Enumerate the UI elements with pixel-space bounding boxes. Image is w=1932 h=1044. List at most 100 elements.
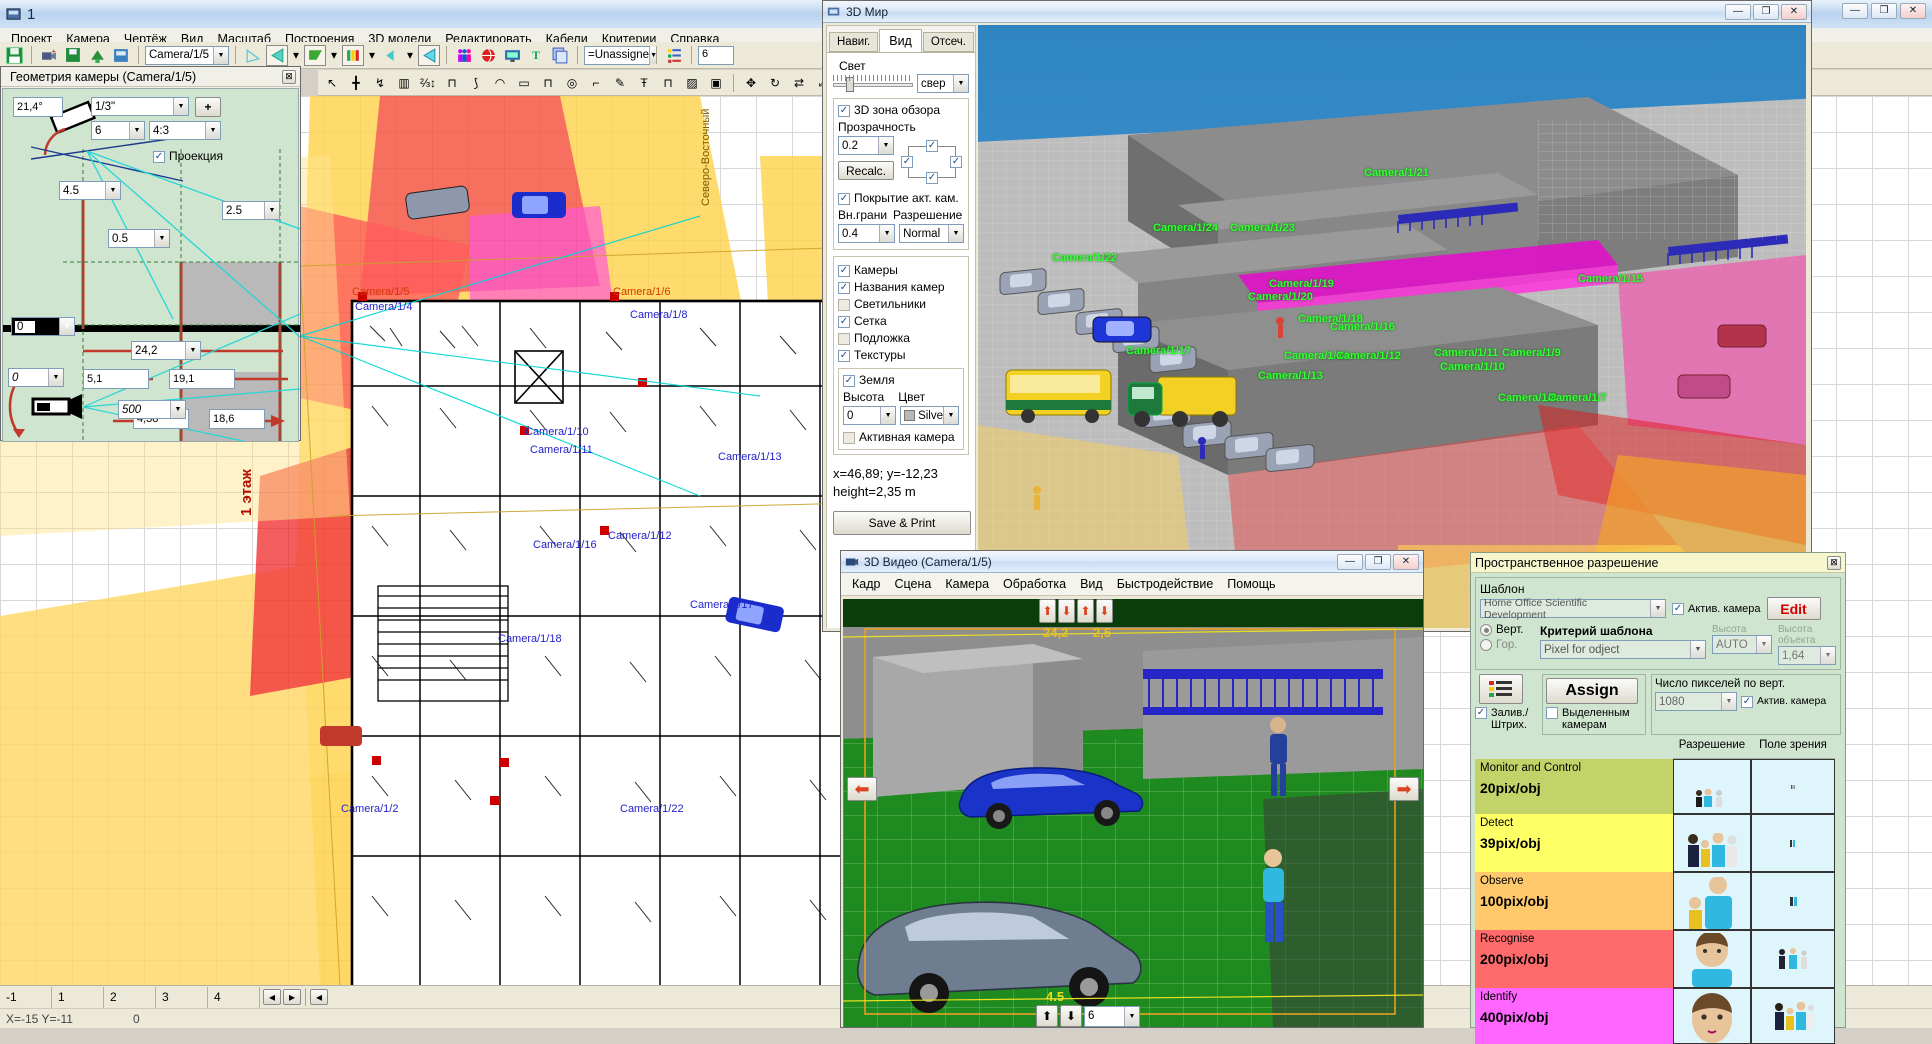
page-prev-button[interactable]: ◂ [263,989,281,1005]
chevron-down-icon[interactable]: ▼ [170,401,185,418]
desktop-close-button[interactable]: ✕ [1900,3,1926,19]
camera-height-dropdown[interactable]: 4.5 ▼ [59,181,121,200]
fov-small-icon[interactable] [380,45,402,66]
face-top-checkbox[interactable]: ✓ [926,140,938,152]
tab-navigation[interactable]: Навиг. [829,32,879,52]
chevron-down-icon[interactable]: ▼ [1756,636,1771,653]
page-tab[interactable]: 4 [208,986,260,1008]
height-dropdown[interactable]: AUTO ▼ [1712,635,1772,654]
fov-cone-chevron-icon[interactable]: ▾ [290,45,302,66]
camera-add-icon[interactable]: + [38,45,60,66]
maximize-button[interactable]: ❐ [1365,553,1391,570]
fov-small-chevron-icon[interactable]: ▾ [404,45,416,66]
video-menu-help[interactable]: Помощь [1220,575,1282,593]
chevron-down-icon[interactable]: ▼ [880,407,896,424]
transparency-dropdown[interactable]: 0.2 ▼ [838,136,894,155]
video3d-viewport[interactable]: ⬆ ⬇ ⬆ ⬇ 24,2 2,5 ⬅ ➡ 4.5 ⬆ ⬇ 6 ▼ [843,599,1423,1027]
text-tool-icon[interactable]: Ŧ [633,72,655,93]
fov-blue-icon[interactable] [418,44,440,66]
object-height-dropdown[interactable]: 2.5 ▼ [222,201,280,220]
bottom-edge-up-button[interactable]: ⬆ [1077,599,1094,623]
ground-color-dropdown[interactable]: Silve ▼ [900,406,959,425]
pan-left-button[interactable]: ⬅ [847,777,877,801]
coverage-checkbox[interactable]: ✓ Покрытие акт. кам. [838,191,964,206]
face-left-checkbox[interactable]: ✓ [901,156,913,168]
model3d-tool-icon[interactable]: ▣ [705,72,727,93]
edit-button[interactable]: Edit [1766,597,1821,620]
ground-height-dropdown[interactable]: 0 ▼ [843,406,897,425]
chevron-down-icon[interactable]: ▼ [59,318,74,335]
video-menu-frame[interactable]: Кадр [845,575,887,593]
dimension-tool-icon[interactable]: ⅔↕ [417,72,439,93]
level-up-button[interactable]: ⬆ [1036,1005,1058,1027]
chevron-down-icon[interactable]: ▼ [948,225,963,242]
save-icon[interactable] [3,45,25,66]
video-menu-processing[interactable]: Обработка [996,575,1073,593]
minimize-button[interactable]: — [1337,553,1363,570]
video-menu-scene[interactable]: Сцена [887,575,938,593]
resolution-dropdown[interactable]: Normal ▼ [899,224,964,243]
chevron-down-icon[interactable]: ▼ [1124,1006,1139,1026]
level-value[interactable]: 6 [698,45,734,65]
people-icon[interactable] [453,45,475,66]
chevron-down-icon[interactable]: ▼ [878,137,893,154]
video-level-dropdown[interactable]: 6 ▼ [1084,1005,1140,1027]
wall-tool-icon[interactable]: ▥ [393,72,415,93]
pixels-vert-dropdown[interactable]: 1080 ▼ [1655,692,1737,711]
layer-select-dropdown[interactable]: =Unassigne ▼ [584,45,657,65]
level-down-button[interactable]: ⬇ [1060,1005,1082,1027]
light-slider[interactable] [833,74,913,93]
lens-dropdown[interactable]: 6 ▼ [91,121,145,140]
mirror-tool-icon[interactable]: ⇄ [788,72,810,93]
chevron-down-icon[interactable]: ▼ [129,122,144,139]
legend-icon[interactable] [1479,674,1523,704]
underlay-checkbox[interactable]: Подложка [838,331,964,346]
fov-green-chevron-icon[interactable]: ▾ [328,45,340,66]
outer-faces-dropdown[interactable]: 0.4 ▼ [838,224,896,243]
ground-level-dropdown[interactable]: 0 ▼ [11,317,75,336]
fov-draw-icon[interactable] [242,45,264,66]
video3d-titlebar[interactable]: 3D Видео (Camera/1/5) — ❐ ✕ [841,551,1423,573]
world3d-viewport[interactable]: Camera/1/24 Camera/1/23 Camera/1/22 Came… [978,25,1806,628]
table-row[interactable]: Identify 400pix/obj [1475,988,1673,1044]
camera-names-checkbox[interactable]: ✓ Названия камер [838,280,964,295]
fill-hatch-checkbox[interactable]: ✓ Залив./ Штрих. [1475,707,1537,731]
rectangle-tool-icon[interactable]: ▭ [513,72,535,93]
top-edge-up-button[interactable]: ⬆ [1039,599,1056,623]
ground-checkbox[interactable]: ✓ Земля [843,373,959,388]
desktop-restore-button[interactable]: ❐ [1871,3,1897,19]
camera-export-icon[interactable] [110,45,132,66]
chevron-down-icon[interactable]: ▼ [1650,600,1665,617]
face-bottom-checkbox[interactable]: ✓ [926,172,938,184]
page-first-button[interactable]: ◂ [310,989,328,1005]
add-lens-button[interactable]: + [195,97,221,117]
chevron-down-icon[interactable]: ▼ [105,182,120,199]
span-a-field[interactable]: 5,1 [83,369,149,389]
polyline-tool-icon[interactable]: ↯ [369,72,391,93]
span-b-field[interactable]: 19,1 [169,369,235,389]
grid-checkbox[interactable]: ✓ Сетка [838,314,964,329]
hatch-tool-icon[interactable]: ▨ [681,72,703,93]
close-button[interactable]: ✕ [1393,553,1419,570]
page-tab[interactable]: -1 [0,986,52,1008]
globe-icon[interactable] [477,45,499,66]
polygon-tool-icon[interactable]: ⟆ [465,72,487,93]
page-tab[interactable]: 2 [104,986,156,1008]
horiz-radio[interactable]: Гор. [1480,639,1534,651]
save-print-button[interactable]: Save & Print [833,511,971,535]
chevron-down-icon[interactable]: ▼ [154,230,169,247]
pan-right-button[interactable]: ➡ [1389,777,1419,801]
line-tool-icon[interactable]: ╋ [345,72,367,93]
top-edge-down-button[interactable]: ⬇ [1058,599,1075,623]
chevron-down-icon[interactable]: ▼ [1721,693,1736,710]
close-icon[interactable]: ⊠ [282,69,296,84]
template-dropdown[interactable]: Home Office Scientific Development ▼ [1480,597,1666,621]
fov-cone-icon[interactable] [266,44,288,66]
rotate-tool-icon[interactable]: ↻ [764,72,786,93]
chevron-down-icon[interactable]: ▼ [205,122,220,139]
chevron-down-icon[interactable]: ▼ [879,225,895,242]
video-menu-view[interactable]: Вид [1073,575,1110,593]
active-camera-checkbox-1[interactable]: ✓ Актив. камера [1672,602,1761,615]
fov-bars-chevron-icon[interactable]: ▾ [366,45,378,66]
pencil-tool-icon[interactable]: ✎ [609,72,631,93]
